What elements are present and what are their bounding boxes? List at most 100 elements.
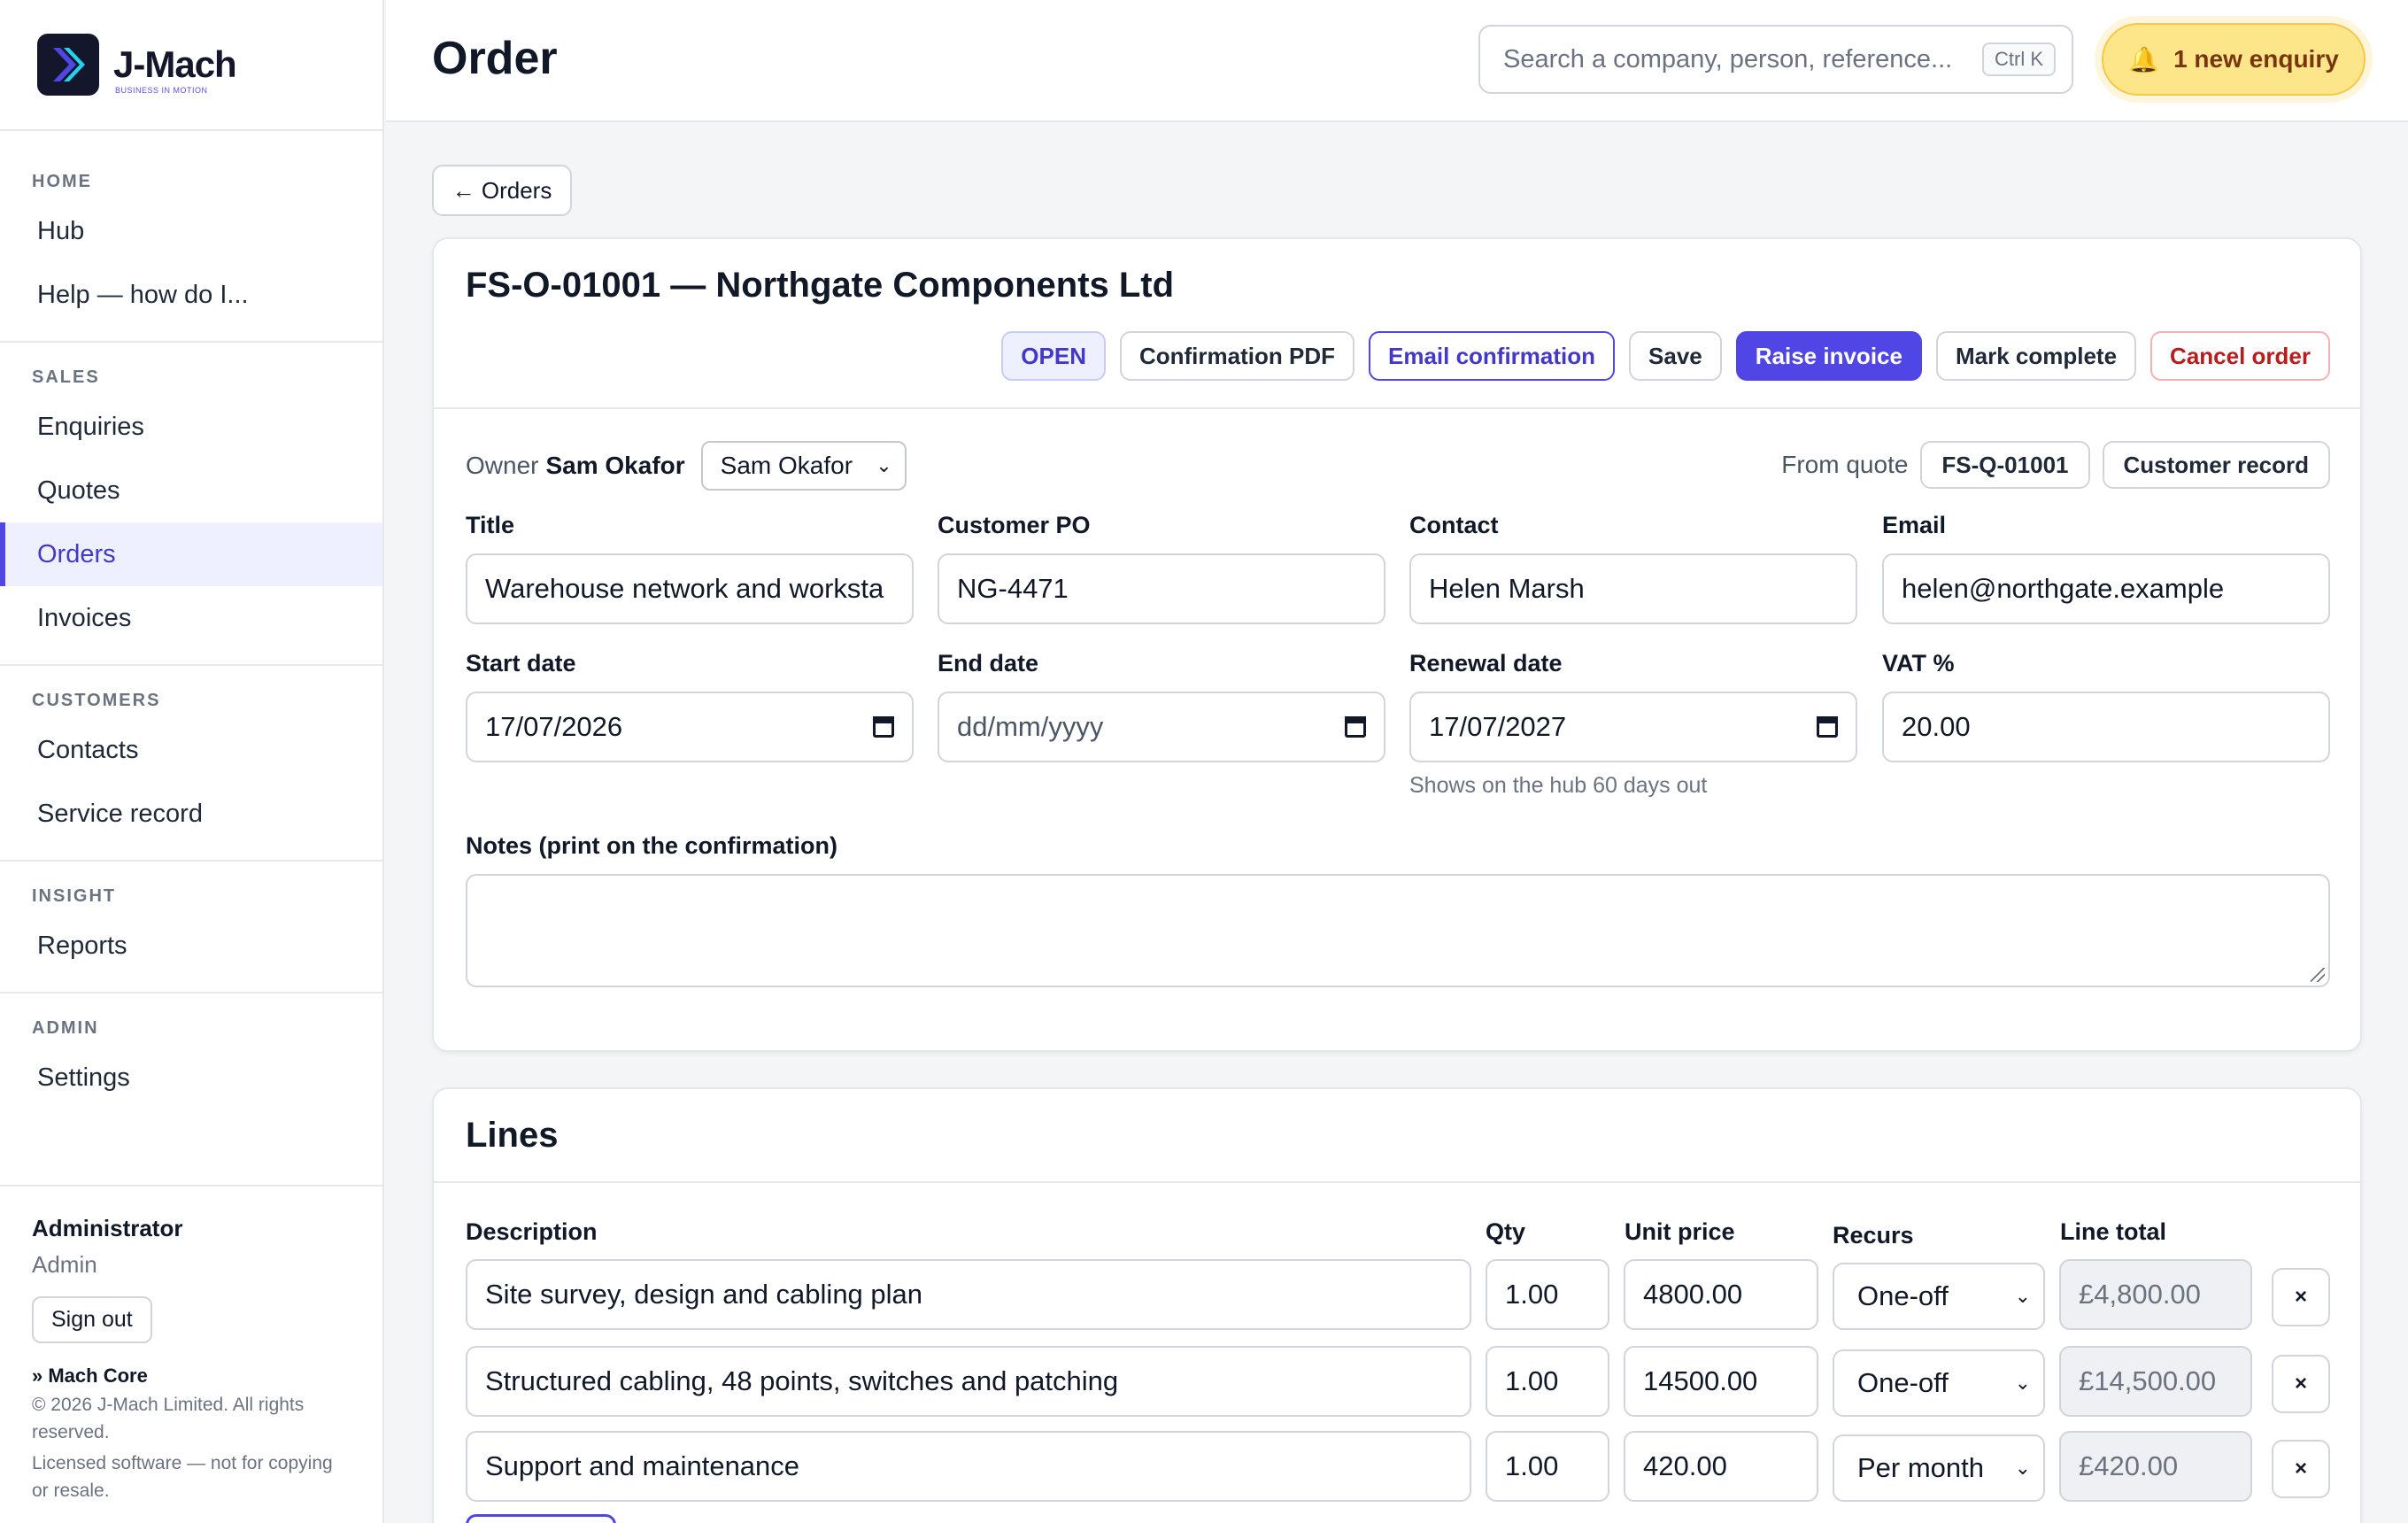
sidebar-item-service-record[interactable]: Service record xyxy=(0,782,382,846)
title-field[interactable]: Warehouse network and worksta xyxy=(466,553,914,624)
end-date-label: End date xyxy=(938,650,1039,676)
calendar-icon[interactable] xyxy=(1817,716,1838,738)
nav-heading: ADMIN xyxy=(32,1018,99,1038)
nav-heading: INSIGHT xyxy=(32,886,117,906)
end-date-field[interactable]: dd/mm/yyyy xyxy=(938,692,1385,762)
nav-heading: CUSTOMERS xyxy=(32,691,161,710)
brand-tagline: BUSINESS IN MOTION xyxy=(115,86,208,95)
line-unit-price-field[interactable]: 4800.00 xyxy=(1624,1259,1818,1330)
renewal-date-field[interactable]: 17/07/2027 xyxy=(1409,692,1857,762)
start-date-group: Start date 17/07/2026 xyxy=(466,650,914,762)
po-label: Customer PO xyxy=(938,512,1091,538)
col-unit-price: Unit price xyxy=(1625,1218,1735,1245)
sidebar-item-orders[interactable]: Orders xyxy=(0,522,382,586)
new-enquiry-button[interactable]: 🔔 1 new enquiry xyxy=(2102,23,2366,96)
line-recurs-value: One-off xyxy=(1857,1280,1949,1311)
from-quote-label: From quote xyxy=(1781,451,1909,478)
contact-field-group: Contact Helen Marsh xyxy=(1409,512,1857,624)
status-badge: OPEN xyxy=(1001,331,1106,381)
search-placeholder: Search a company, person, reference... xyxy=(1503,44,1953,73)
vat-field[interactable]: 20.00 xyxy=(1882,692,2330,762)
sidebar-item-invoices[interactable]: Invoices xyxy=(0,586,382,650)
sidebar-item-reports[interactable]: Reports xyxy=(0,914,382,978)
brand-logo[interactable]: J-Mach BUSINESS IN MOTION xyxy=(0,0,382,131)
customer-po-field[interactable]: NG-4471 xyxy=(938,553,1385,624)
notes-label: Notes (print on the confirmation) xyxy=(466,832,837,859)
customer-record-button[interactable]: Customer record xyxy=(2102,441,2330,489)
line-total-field: £14,500.00 xyxy=(2059,1346,2252,1417)
line-recurs-select[interactable]: One-off ⌄ xyxy=(1833,1349,2045,1417)
owner-select[interactable]: Sam Okafor ⌄ xyxy=(700,441,907,491)
topbar: Order Search a company, person, referenc… xyxy=(386,0,2408,122)
chevron-down-icon: ⌄ xyxy=(2014,1372,2031,1394)
line-recurs-value: One-off xyxy=(1857,1367,1949,1398)
end-date-group: End date dd/mm/yyyy xyxy=(938,650,1385,762)
sidebar-item-enquiries[interactable]: Enquiries xyxy=(0,395,382,459)
sidebar-item-help[interactable]: Help — how do I... xyxy=(0,263,382,327)
email-confirmation-button[interactable]: Email confirmation xyxy=(1368,331,1616,381)
divider xyxy=(434,407,2360,409)
raise-invoice-button[interactable]: Raise invoice xyxy=(1735,331,1922,381)
order-actions: OPEN Confirmation PDF Email confirmation… xyxy=(1001,331,2330,381)
line-description-field[interactable]: Structured cabling, 48 points, switches … xyxy=(466,1346,1471,1417)
logo-mark-icon xyxy=(37,34,99,96)
nav-section-customers: CUSTOMERS Contacts Service record xyxy=(0,666,382,862)
product-name: » Mach Core xyxy=(32,1365,148,1387)
line-recurs-select[interactable]: One-off ⌄ xyxy=(1833,1263,2045,1330)
start-date-value: 17/07/2026 xyxy=(485,711,623,742)
line-qty-field[interactable]: 1.00 xyxy=(1486,1431,1609,1502)
chevron-down-icon: ⌄ xyxy=(2014,1285,2031,1307)
sidebar-item-hub[interactable]: Hub xyxy=(0,199,382,263)
vat-field-group: VAT % 20.00 xyxy=(1882,650,2330,762)
sidebar-item-settings[interactable]: Settings xyxy=(0,1046,382,1109)
start-date-field[interactable]: 17/07/2026 xyxy=(466,692,914,762)
contact-label: Contact xyxy=(1409,512,1499,538)
mark-complete-button[interactable]: Mark complete xyxy=(1935,331,2137,381)
back-to-orders-button[interactable]: ← Orders xyxy=(432,165,572,216)
line-unit-price-field[interactable]: 14500.00 xyxy=(1624,1346,1818,1417)
renewal-date-group: Renewal date 17/07/2027 Shows on the hub… xyxy=(1409,650,1857,799)
copyright-text: © 2026 J-Mach Limited. All rights reserv… xyxy=(32,1395,305,1442)
line-recurs-select[interactable]: Per month ⌄ xyxy=(1833,1434,2045,1502)
lines-card: Lines Description Qty Unit price Recurs … xyxy=(432,1087,2362,1523)
sidebar-item-contacts[interactable]: Contacts xyxy=(0,718,382,782)
search-input[interactable]: Search a company, person, reference... C… xyxy=(1478,25,2073,94)
nav-heading: SALES xyxy=(32,367,100,387)
remove-line-button[interactable]: × xyxy=(2272,1440,2330,1498)
renewal-date-label: Renewal date xyxy=(1409,650,1563,676)
line-unit-price-field[interactable]: 420.00 xyxy=(1624,1431,1818,1502)
add-line-button[interactable] xyxy=(466,1514,616,1523)
new-enquiry-label: 1 new enquiry xyxy=(2173,45,2339,73)
sign-out-button[interactable]: Sign out xyxy=(32,1296,152,1343)
owner-name: Sam Okafor xyxy=(545,452,685,479)
remove-line-button[interactable]: × xyxy=(2272,1268,2330,1326)
cancel-order-button[interactable]: Cancel order xyxy=(2150,331,2330,381)
quote-link[interactable]: FS-Q-01001 xyxy=(1920,441,2090,489)
col-description: Description xyxy=(466,1218,598,1245)
contact-field[interactable]: Helen Marsh xyxy=(1409,553,1857,624)
divider xyxy=(434,1181,2360,1183)
po-field-group: Customer PO NG-4471 xyxy=(938,512,1385,624)
user-name: Administrator xyxy=(32,1215,183,1241)
sidebar: J-Mach BUSINESS IN MOTION HOME Hub Help … xyxy=(0,0,384,1523)
nav-heading: HOME xyxy=(32,172,92,191)
save-button[interactable]: Save xyxy=(1629,331,1722,381)
confirmation-pdf-button[interactable]: Confirmation PDF xyxy=(1119,331,1354,381)
col-qty: Qty xyxy=(1486,1218,1526,1245)
line-description-field[interactable]: Support and maintenance xyxy=(466,1431,1471,1502)
sidebar-item-quotes[interactable]: Quotes xyxy=(0,459,382,522)
owner-select-value: Sam Okafor xyxy=(720,452,853,479)
remove-line-button[interactable]: × xyxy=(2272,1355,2330,1413)
line-qty-field[interactable]: 1.00 xyxy=(1486,1259,1609,1330)
vat-label: VAT % xyxy=(1882,650,1955,676)
line-description-field[interactable]: Site survey, design and cabling plan xyxy=(466,1259,1471,1330)
nav-section-sales: SALES Enquiries Quotes Orders Invoices xyxy=(0,343,382,666)
email-field[interactable]: helen@northgate.example xyxy=(1882,553,2330,624)
line-qty-field[interactable]: 1.00 xyxy=(1486,1346,1609,1417)
resize-grip-icon[interactable] xyxy=(2311,968,2325,982)
calendar-icon[interactable] xyxy=(873,716,894,738)
calendar-icon[interactable] xyxy=(1345,716,1366,738)
nav-section-insight: INSIGHT Reports xyxy=(0,862,382,993)
renewal-date-value: 17/07/2027 xyxy=(1429,711,1567,742)
notes-field[interactable] xyxy=(466,874,2330,987)
